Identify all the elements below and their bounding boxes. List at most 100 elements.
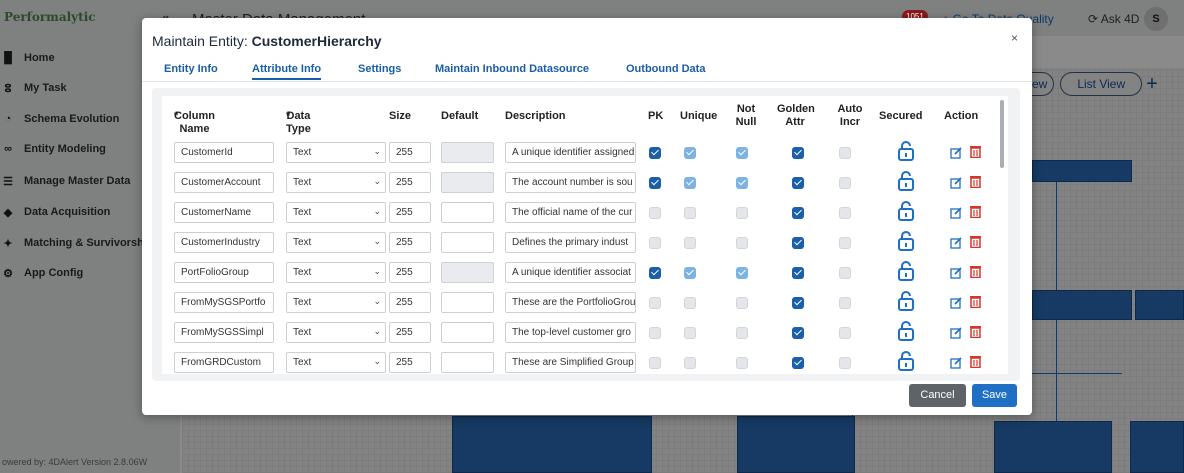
default-input[interactable]	[441, 322, 494, 343]
pk-checkbox[interactable]	[649, 267, 661, 279]
golden-attr-checkbox[interactable]	[792, 357, 804, 369]
not-null-checkbox[interactable]	[736, 267, 748, 279]
size-input[interactable]: 255	[389, 202, 431, 223]
unique-checkbox[interactable]	[684, 177, 696, 189]
delete-icon[interactable]	[970, 235, 981, 249]
size-input[interactable]: 255	[389, 142, 431, 163]
table-scrollbar[interactable]	[1000, 100, 1004, 168]
golden-attr-checkbox[interactable]	[792, 147, 804, 159]
close-icon[interactable]: ×	[1011, 31, 1018, 45]
diagram-node[interactable]	[1032, 290, 1132, 320]
default-input[interactable]	[441, 352, 494, 373]
unlock-icon[interactable]	[898, 201, 914, 221]
auto-incr-checkbox[interactable]	[839, 267, 851, 279]
pk-checkbox[interactable]	[649, 177, 661, 189]
list-view-button[interactable]: List View	[1060, 72, 1143, 96]
size-input[interactable]: 255	[389, 232, 431, 253]
data-type-select[interactable]: Text ⌄	[286, 262, 386, 283]
not-null-checkbox[interactable]	[736, 147, 748, 159]
description-input[interactable]: A unique identifier assigned	[505, 142, 636, 163]
sidebar-item-matching[interactable]: ✦ Matching & Survivorsh	[0, 232, 143, 254]
edit-icon[interactable]	[950, 176, 962, 189]
data-type-select[interactable]: Text ⌄	[286, 142, 386, 163]
column-name-input[interactable]: CustomerName	[174, 202, 274, 223]
edit-icon[interactable]	[950, 206, 962, 219]
pk-checkbox[interactable]	[649, 147, 661, 159]
unlock-icon[interactable]	[898, 261, 914, 281]
pk-checkbox[interactable]	[649, 327, 661, 339]
unlock-icon[interactable]	[898, 231, 914, 251]
edit-icon[interactable]	[950, 146, 962, 159]
size-input[interactable]: 255	[389, 352, 431, 373]
unlock-icon[interactable]	[898, 291, 914, 311]
diagram-node[interactable]	[1130, 421, 1184, 473]
unlock-icon[interactable]	[898, 321, 914, 341]
auto-incr-checkbox[interactable]	[839, 357, 851, 369]
size-input[interactable]: 255	[389, 172, 431, 193]
data-type-select[interactable]: Text ⌄	[286, 322, 386, 343]
default-input[interactable]	[441, 202, 494, 223]
data-type-select[interactable]: Text ⌄	[286, 352, 386, 373]
sidebar-item-home[interactable]: █ Home	[0, 47, 54, 69]
unique-checkbox[interactable]	[684, 297, 696, 309]
diagram-node[interactable]	[1135, 290, 1184, 320]
unique-checkbox[interactable]	[684, 327, 696, 339]
pk-checkbox[interactable]	[649, 207, 661, 219]
description-input[interactable]: The top-level customer gro	[505, 322, 636, 343]
unlock-icon[interactable]	[898, 171, 914, 191]
delete-icon[interactable]	[970, 265, 981, 279]
cancel-button[interactable]: Cancel	[909, 384, 966, 407]
size-input[interactable]: 255	[389, 292, 431, 313]
unique-checkbox[interactable]	[684, 147, 696, 159]
sidebar-item-schema-evolution[interactable]: ◔ Schema Evolution	[0, 108, 120, 130]
auto-incr-checkbox[interactable]	[839, 147, 851, 159]
unlock-icon[interactable]	[898, 351, 914, 371]
description-input[interactable]: Defines the primary indust	[505, 232, 636, 253]
auto-incr-checkbox[interactable]	[839, 207, 851, 219]
default-input[interactable]	[441, 232, 494, 253]
column-name-input[interactable]: FromGRDCustom	[174, 352, 274, 373]
description-input[interactable]: These are the PortfolioGrou	[505, 292, 636, 313]
default-input[interactable]	[441, 292, 494, 313]
not-null-checkbox[interactable]	[736, 297, 748, 309]
diagram-node[interactable]	[452, 416, 652, 473]
brand-logo[interactable]: Performalytic	[4, 10, 96, 24]
diagram-node[interactable]	[1032, 160, 1132, 182]
edit-icon[interactable]	[950, 236, 962, 249]
delete-icon[interactable]	[970, 295, 981, 309]
golden-attr-checkbox[interactable]	[792, 267, 804, 279]
golden-attr-checkbox[interactable]	[792, 207, 804, 219]
tab-attribute-info[interactable]: Attribute Info	[252, 63, 322, 80]
size-input[interactable]: 255	[389, 262, 431, 283]
delete-icon[interactable]	[970, 175, 981, 189]
description-input[interactable]: A unique identifier associat	[505, 262, 636, 283]
delete-icon[interactable]	[970, 205, 981, 219]
size-input[interactable]: 255	[389, 322, 431, 343]
not-null-checkbox[interactable]	[736, 327, 748, 339]
unlock-icon[interactable]	[898, 141, 914, 161]
tab-outbound-data[interactable]: Outbound Data	[626, 63, 705, 75]
sidebar-item-my-task[interactable]: ⵓ My Task	[0, 77, 67, 99]
golden-attr-checkbox[interactable]	[792, 327, 804, 339]
save-button[interactable]: Save	[972, 384, 1017, 407]
unique-checkbox[interactable]	[684, 267, 696, 279]
column-name-input[interactable]: CustomerIndustry	[174, 232, 274, 253]
sidebar-item-app-config[interactable]: ⚙ App Config	[0, 262, 83, 284]
sidebar-item-entity-modeling[interactable]: ∞ Entity Modeling	[0, 138, 106, 160]
column-name-input[interactable]: CustomerId	[174, 142, 274, 163]
data-type-select[interactable]: Text ⌄	[286, 232, 386, 253]
tab-settings[interactable]: Settings	[358, 63, 401, 75]
pk-checkbox[interactable]	[649, 297, 661, 309]
pk-checkbox[interactable]	[649, 357, 661, 369]
ask-4d-button[interactable]: ⟳ Ask 4D	[1088, 12, 1139, 26]
delete-icon[interactable]	[970, 355, 981, 369]
delete-icon[interactable]	[970, 325, 981, 339]
data-type-select[interactable]: Text ⌄	[286, 292, 386, 313]
column-name-input[interactable]: PortFolioGroup	[174, 262, 274, 283]
unique-checkbox[interactable]	[684, 237, 696, 249]
data-type-select[interactable]: Text ⌄	[286, 202, 386, 223]
auto-incr-checkbox[interactable]	[839, 297, 851, 309]
avatar[interactable]: S	[1144, 7, 1168, 31]
tab-entity-info[interactable]: Entity Info	[164, 63, 218, 75]
tab-maintain-inbound-datasource[interactable]: Maintain Inbound Datasource	[435, 63, 589, 75]
